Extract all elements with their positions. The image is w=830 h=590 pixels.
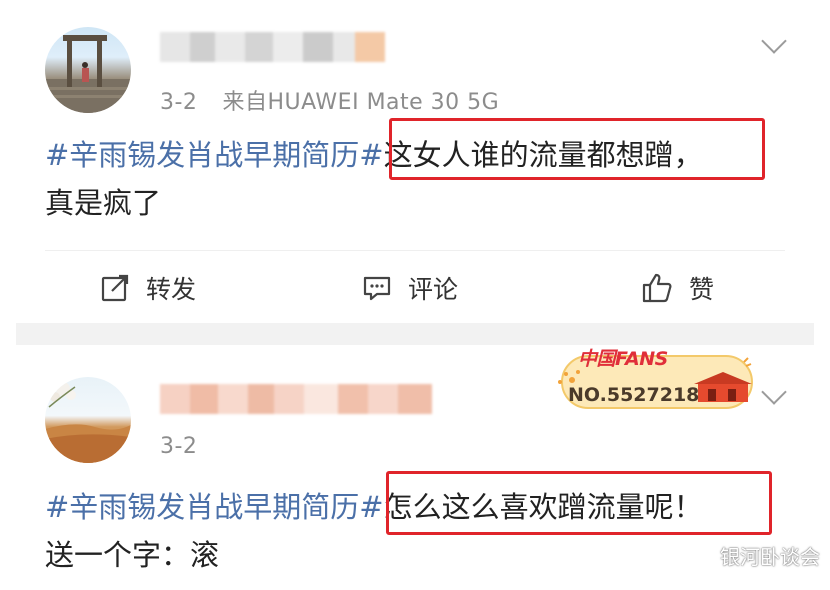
- fans-badge-number: NO.5527218: [568, 384, 700, 406]
- repost-button[interactable]: 转发: [100, 265, 196, 311]
- like-button[interactable]: 赞: [641, 265, 714, 311]
- post-date: 3-2: [160, 90, 198, 115]
- highlight-box: [389, 118, 765, 180]
- like-label: 赞: [689, 275, 715, 304]
- avatar[interactable]: [45, 377, 131, 463]
- post-source: 来自HUAWEI Mate 30 5G: [222, 90, 500, 115]
- comment-icon: [363, 276, 391, 301]
- hashtag-link[interactable]: #辛雨锡发肖战早期简历#: [45, 490, 384, 524]
- comment-label: 评论: [408, 275, 459, 304]
- highlight-box: [386, 471, 772, 535]
- fans-badge[interactable]: 中国FANS NO.5527218: [548, 342, 758, 416]
- post-text-line: 真是疯了: [45, 186, 162, 220]
- post-meta: 3-2 来自HUAWEI Mate 30 5G: [160, 84, 499, 116]
- chevron-down-icon[interactable]: [761, 28, 787, 54]
- hashtag-link[interactable]: #辛雨锡发肖战早期简历#: [45, 138, 384, 172]
- comment-button[interactable]: 评论: [362, 265, 458, 311]
- action-bar: 转发 评论 赞: [0, 265, 830, 311]
- post-date: 3-2: [160, 434, 198, 459]
- watermark: 银河卧谈会: [720, 545, 820, 569]
- thumbs-up-icon: [642, 273, 672, 303]
- username-blurred[interactable]: [160, 384, 432, 414]
- repost-icon: [101, 274, 129, 302]
- post-meta: 3-2: [160, 434, 197, 459]
- avatar[interactable]: [45, 27, 131, 113]
- username-blurred[interactable]: [160, 32, 385, 62]
- chevron-down-icon[interactable]: [761, 379, 787, 405]
- fans-badge-logo: 中国FANS: [578, 348, 668, 370]
- post-text-line: 送一个字：滚: [45, 538, 220, 572]
- repost-label: 转发: [146, 275, 197, 304]
- divider: [45, 250, 785, 251]
